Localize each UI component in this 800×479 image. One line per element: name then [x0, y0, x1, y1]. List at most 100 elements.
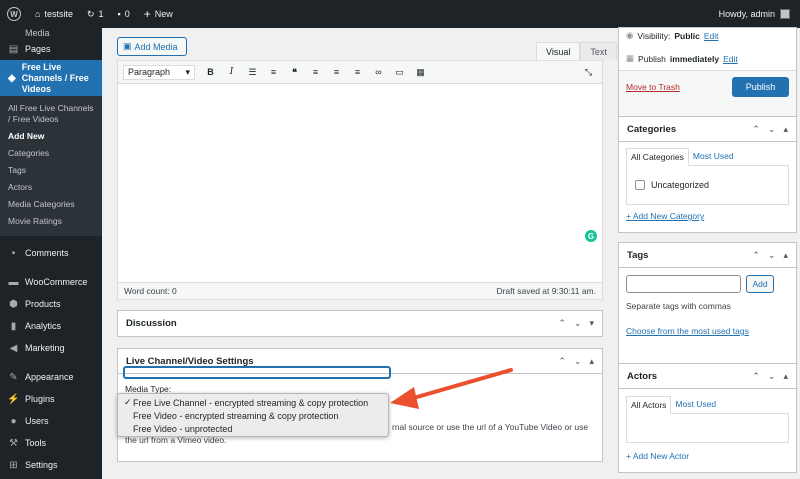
- submenu-actors[interactable]: Actors: [0, 179, 102, 196]
- sidebar-item-label: Plugins: [25, 394, 55, 404]
- sidebar-item-label: WooCommerce: [25, 277, 88, 287]
- numbered-list-icon[interactable]: ≡: [268, 67, 279, 77]
- tab-text[interactable]: Text: [580, 42, 617, 60]
- new-content-link[interactable]: + New: [137, 0, 180, 28]
- discussion-header[interactable]: Discussion ⌃ ⌄ ▾: [118, 311, 602, 336]
- chevron-down-icon[interactable]: ⌄: [574, 318, 582, 329]
- visibility-row: ◉ Visibility: Public Edit: [626, 30, 719, 41]
- tab-all-actors[interactable]: All Actors: [626, 396, 672, 414]
- link-icon[interactable]: ∞: [373, 67, 384, 77]
- tab-all-categories[interactable]: All Categories: [626, 148, 689, 166]
- site-name-link[interactable]: ⌂ testsite: [28, 0, 80, 28]
- chevron-down-icon[interactable]: ⌄: [574, 356, 582, 367]
- categories-header[interactable]: Categories ⌃ ⌄ ▴: [619, 117, 796, 142]
- sidebar-item-analytics[interactable]: ▮ Analytics: [0, 315, 102, 337]
- chevron-down-icon[interactable]: ⌄: [768, 124, 776, 135]
- italic-icon[interactable]: I: [226, 67, 237, 77]
- sidebar-item-products[interactable]: ⬢ Products: [0, 293, 102, 315]
- bullet-list-icon[interactable]: ☰: [247, 67, 258, 78]
- add-media-button[interactable]: ▣ Add Media: [117, 37, 187, 56]
- visibility-edit-link[interactable]: Edit: [704, 31, 719, 41]
- categories-list: Uncategorized: [626, 165, 789, 205]
- main-content: ▣ Add Media Visual Text Paragraph ▾ B I …: [102, 27, 800, 479]
- submenu-categories[interactable]: Categories: [0, 145, 102, 162]
- comments-count: 0: [124, 9, 130, 19]
- submenu-add-new[interactable]: Add New: [0, 128, 102, 145]
- add-new-category-link[interactable]: + Add New Category: [626, 211, 789, 221]
- grammarly-icon[interactable]: G: [585, 230, 597, 242]
- toggle-arrow-icon[interactable]: ▾: [589, 318, 594, 329]
- sidebar-item-users[interactable]: ● Users: [0, 410, 102, 432]
- sidebar-item-marketing[interactable]: ◀ Marketing: [0, 337, 102, 359]
- chevron-up-icon[interactable]: ⌃: [752, 250, 760, 261]
- add-tag-button[interactable]: Add: [746, 275, 774, 293]
- sidebar-item-appearance[interactable]: ✎ Appearance: [0, 366, 102, 388]
- publish-row: ▦ Publish immediately Edit: [626, 53, 738, 64]
- sidebar-item-pages[interactable]: ▤ Pages: [0, 38, 102, 60]
- move-to-trash-link[interactable]: Move to Trash: [626, 82, 680, 92]
- tab-most-used[interactable]: Most Used: [671, 396, 720, 414]
- sidebar-item-media[interactable]: Media: [0, 28, 102, 38]
- add-new-actor-link[interactable]: + Add New Actor: [626, 451, 789, 461]
- format-select[interactable]: Paragraph ▾: [123, 64, 195, 80]
- blockquote-icon[interactable]: ❝: [289, 67, 300, 78]
- align-right-icon[interactable]: ≡: [352, 67, 363, 77]
- toggle-arrow-icon[interactable]: ▴: [783, 250, 788, 261]
- align-center-icon[interactable]: ≡: [331, 67, 342, 77]
- site-name-label: testsite: [44, 9, 73, 19]
- align-left-icon[interactable]: ≡: [310, 67, 321, 77]
- option-label: Free Live Channel - encrypted streaming …: [133, 397, 369, 408]
- sidebar-item-free-live-channels[interactable]: ◆ Free Live Channels / Free Videos: [0, 60, 102, 96]
- eye-icon: ◉: [626, 30, 634, 40]
- sidebar-item-label: Settings: [25, 460, 58, 470]
- chevron-up-icon[interactable]: ⌃: [752, 371, 760, 382]
- editor-tabs: Visual Text: [536, 42, 617, 60]
- actors-header[interactable]: Actors ⌃ ⌄ ▴: [619, 364, 796, 389]
- sidebar-item-label: Comments: [25, 248, 69, 258]
- toggle-arrow-icon[interactable]: ▴: [783, 124, 788, 135]
- chevron-up-icon[interactable]: ⌃: [558, 318, 566, 329]
- submenu-tags[interactable]: Tags: [0, 162, 102, 179]
- publish-button[interactable]: Publish: [732, 77, 789, 97]
- chevron-up-icon[interactable]: ⌃: [558, 356, 566, 367]
- submenu-media-categories[interactable]: Media Categories: [0, 196, 102, 213]
- option-label: Free Video - encrypted streaming & copy …: [133, 410, 339, 421]
- sidebar-submenu: All Free Live Channels / Free Videos Add…: [0, 96, 102, 236]
- word-count: Word count: 0: [124, 286, 177, 296]
- toolbar-toggle-icon[interactable]: ▦: [415, 67, 426, 78]
- sidebar-item-woocommerce[interactable]: ▬ WooCommerce: [0, 271, 102, 293]
- media-type-option-2[interactable]: Free Video - unprotected: [118, 422, 388, 435]
- sidebar-item-plugins[interactable]: ⚡ Plugins: [0, 388, 102, 410]
- chevron-down-icon[interactable]: ⌄: [768, 250, 776, 261]
- chevron-down-icon[interactable]: ⌄: [768, 371, 776, 382]
- media-icon: ▣: [123, 41, 132, 51]
- tags-header[interactable]: Tags ⌃ ⌄ ▴: [619, 243, 796, 268]
- tab-most-used[interactable]: Most Used: [689, 148, 738, 166]
- category-label: Uncategorized: [651, 180, 710, 190]
- sidebar-item-tools[interactable]: ⚒ Tools: [0, 432, 102, 454]
- publish-edit-link[interactable]: Edit: [723, 54, 738, 64]
- sidebar-item-settings[interactable]: ⊞ Settings: [0, 454, 102, 476]
- media-type-option-0[interactable]: ✓ Free Live Channel - encrypted streamin…: [118, 396, 388, 409]
- tab-visual[interactable]: Visual: [536, 42, 581, 60]
- wp-logo-menu[interactable]: W: [0, 0, 28, 28]
- submenu-all-items[interactable]: All Free Live Channels / Free Videos: [0, 100, 102, 128]
- toggle-arrow-icon[interactable]: ▴: [783, 371, 788, 382]
- media-type-option-1[interactable]: Free Video - encrypted streaming & copy …: [118, 409, 388, 422]
- submenu-movie-ratings[interactable]: Movie Ratings: [0, 213, 102, 230]
- read-more-icon[interactable]: ▭: [394, 67, 405, 78]
- comments-link[interactable]: ▪ 0: [111, 0, 137, 28]
- tag-input[interactable]: [626, 275, 741, 293]
- uncategorized-checkbox[interactable]: [635, 180, 645, 190]
- fullscreen-icon[interactable]: ⤡: [583, 67, 594, 78]
- sidebar-item-comments[interactable]: ▪ Comments: [0, 242, 102, 264]
- chevron-up-icon[interactable]: ⌃: [752, 124, 760, 135]
- visibility-label: Visibility:: [637, 30, 671, 41]
- paintbrush-icon: ✎: [9, 371, 18, 383]
- choose-tags-link[interactable]: Choose from the most used tags: [626, 326, 789, 336]
- toggle-arrow-icon[interactable]: ▴: [589, 356, 594, 367]
- content-editor[interactable]: Paragraph ▾ B I ☰ ≡ ❝ ≡ ≡ ≡ ∞ ▭ ▦ ⤡ G Wo…: [117, 60, 603, 300]
- account-menu[interactable]: Howdy, admin: [719, 9, 800, 19]
- updates-link[interactable]: ↻ 1: [80, 0, 111, 28]
- bold-icon[interactable]: B: [205, 67, 216, 77]
